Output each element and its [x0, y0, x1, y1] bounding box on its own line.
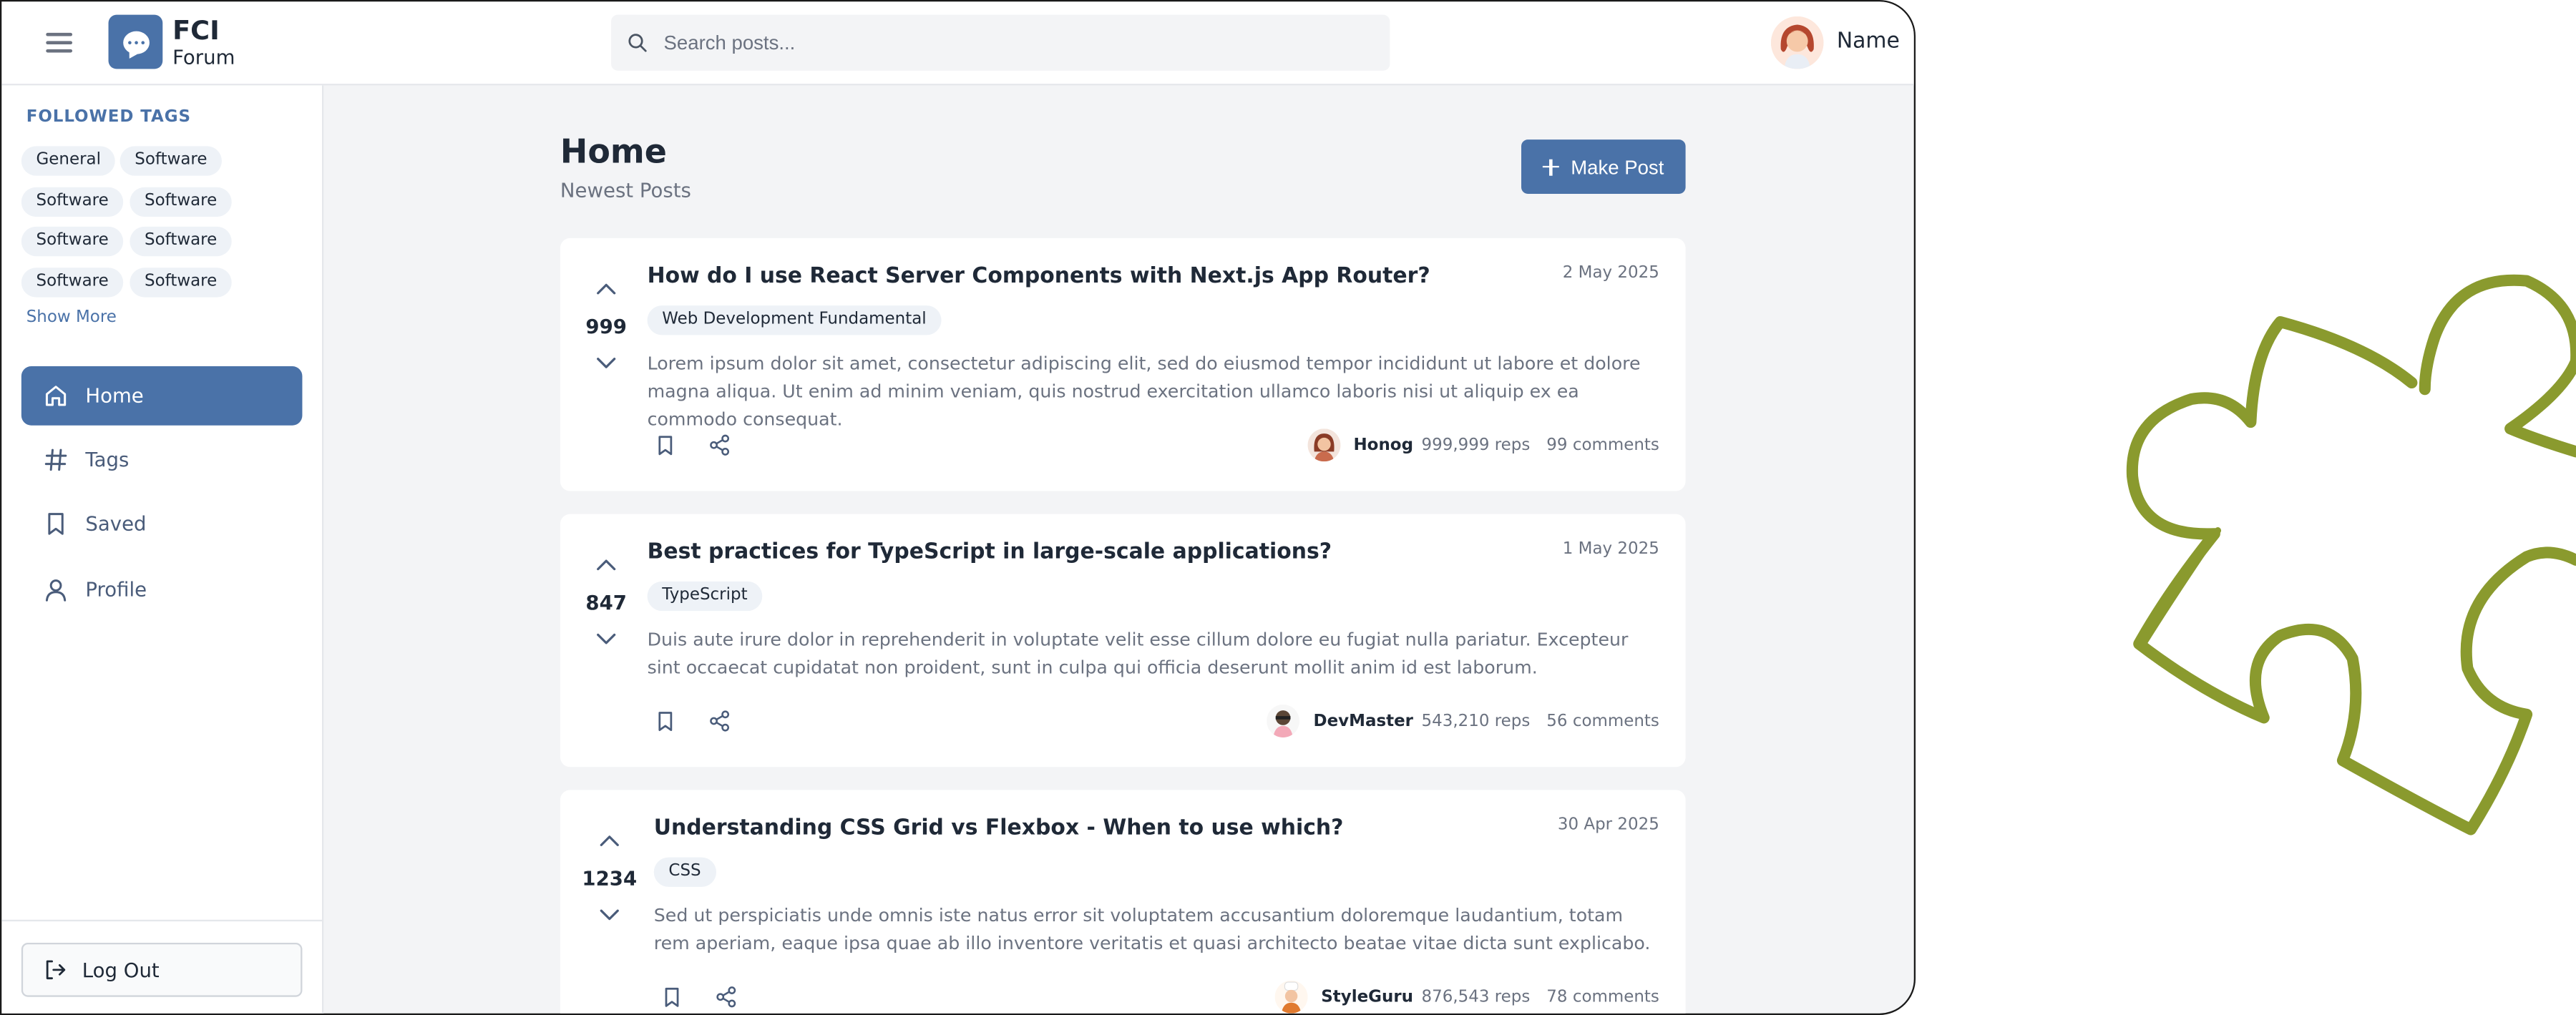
- sidebar-item-label: Tags: [85, 448, 130, 471]
- post-excerpt: Duis aute irure dolor in reprehenderit i…: [647, 629, 1629, 679]
- logo-icon[interactable]: [108, 14, 163, 69]
- author-avatar[interactable]: [1307, 428, 1341, 462]
- vote-count: 1234: [582, 867, 638, 891]
- sidebar-divider: [1, 919, 322, 922]
- user-icon: [45, 579, 67, 602]
- logout-button[interactable]: Log Out: [21, 942, 303, 997]
- vote-count: 999: [585, 315, 627, 338]
- author-reps: 999,999 reps: [1421, 436, 1531, 454]
- author-name[interactable]: Honog: [1353, 436, 1413, 454]
- downvote-icon[interactable]: [595, 631, 618, 647]
- followed-tag[interactable]: Software: [21, 226, 124, 257]
- author-name[interactable]: DevMaster: [1314, 712, 1413, 730]
- page-title: Home: [560, 131, 667, 171]
- search-bar: [611, 14, 1390, 71]
- post-author: DevMaster 543,210 reps 56 comments: [1267, 705, 1659, 737]
- author-avatar[interactable]: [1267, 705, 1301, 737]
- upvote-icon[interactable]: [598, 833, 621, 849]
- followed-tag[interactable]: Software: [21, 268, 124, 298]
- plus-icon: [1543, 158, 1560, 175]
- user-name[interactable]: Name: [1837, 29, 1900, 54]
- followed-tag[interactable]: Software: [119, 146, 223, 176]
- vote-count: 847: [585, 591, 627, 614]
- menu-icon[interactable]: [46, 29, 73, 56]
- followed-tag[interactable]: Software: [130, 226, 232, 257]
- stage: FCI Forum Name: [0, 0, 2576, 1015]
- sidebar-item-label: Saved: [85, 512, 147, 536]
- sidebar-item-home[interactable]: Home: [21, 366, 303, 426]
- upvote-icon[interactable]: [595, 556, 618, 573]
- brand-title: FCI: [172, 14, 220, 46]
- comment-count[interactable]: 78 comments: [1546, 988, 1659, 1006]
- downvote-icon[interactable]: [595, 355, 618, 371]
- share-icon[interactable]: [715, 986, 738, 1009]
- post-tag[interactable]: TypeScript: [647, 581, 763, 612]
- sidebar-item-saved[interactable]: Saved: [21, 494, 303, 554]
- followed-tag[interactable]: Software: [130, 268, 232, 298]
- sidebar-item-tags[interactable]: Tags: [21, 431, 303, 490]
- post-date: 30 Apr 2025: [1557, 816, 1659, 835]
- share-icon[interactable]: [708, 710, 731, 732]
- share-icon[interactable]: [708, 433, 731, 456]
- post-title[interactable]: How do I use React Server Components wit…: [648, 265, 1430, 289]
- comment-count[interactable]: 56 comments: [1546, 712, 1659, 730]
- puzzle-piece-icon: [2126, 274, 2576, 835]
- downvote-icon[interactable]: [598, 906, 621, 923]
- page-subtitle: Newest Posts: [560, 179, 691, 202]
- post-tag[interactable]: CSS: [653, 857, 716, 887]
- author-reps: 876,543 reps: [1421, 988, 1531, 1006]
- make-post-button[interactable]: Make Post: [1521, 139, 1686, 194]
- post-author: StyleGuru 876,543 reps 78 comments: [1274, 980, 1659, 1014]
- top-header: FCI Forum Name: [1, 1, 1914, 86]
- bookmark-icon[interactable]: [654, 433, 677, 456]
- post-card: 847 Best practices for TypeScript in lar…: [560, 514, 1686, 768]
- post-author: Honog 999,999 reps 99 comments: [1307, 428, 1659, 462]
- post-excerpt: Sed ut perspiciatis unde omnis iste natu…: [653, 905, 1651, 955]
- post-tag[interactable]: Web Development Fundamental: [647, 305, 942, 335]
- followed-tag[interactable]: Software: [21, 187, 124, 217]
- followed-tags-title: FOLLOWED TAGS: [26, 108, 191, 127]
- followed-tag[interactable]: Software: [130, 187, 232, 217]
- author-reps: 543,210 reps: [1421, 712, 1531, 730]
- show-more-link[interactable]: Show More: [26, 309, 117, 327]
- author-name[interactable]: StyleGuru: [1321, 988, 1413, 1006]
- app-window: FCI Forum Name: [0, 0, 1916, 1015]
- avatar[interactable]: [1770, 16, 1824, 69]
- post-date: 2 May 2025: [1562, 264, 1659, 283]
- post-card: 1234 Understanding CSS Grid vs Flexbox -…: [560, 790, 1686, 1014]
- author-avatar[interactable]: [1274, 980, 1308, 1014]
- bookmark-icon: [48, 513, 64, 535]
- sidebar-item-label: Profile: [85, 578, 147, 602]
- upvote-icon[interactable]: [595, 281, 618, 298]
- logout-label: Log Out: [82, 958, 160, 981]
- sidebar: FOLLOWED TAGS General Software Software …: [1, 85, 324, 1014]
- bookmark-icon[interactable]: [654, 710, 677, 732]
- bookmark-icon[interactable]: [660, 986, 683, 1009]
- brand-subtitle: Forum: [172, 46, 235, 69]
- sidebar-item-profile[interactable]: Profile: [21, 560, 303, 619]
- logout-icon: [46, 960, 66, 980]
- post-title[interactable]: Understanding CSS Grid vs Flexbox - When…: [654, 816, 1344, 840]
- post-date: 1 May 2025: [1562, 540, 1659, 559]
- make-post-label: Make Post: [1571, 155, 1664, 179]
- hash-icon: [44, 448, 67, 471]
- home-icon: [45, 386, 67, 406]
- search-input[interactable]: [663, 14, 1370, 71]
- post-excerpt: Lorem ipsum dolor sit amet, consectetur …: [647, 353, 1641, 431]
- post-card: 999 How do I use React Server Components…: [560, 237, 1686, 491]
- search-icon: [628, 34, 647, 52]
- post-title[interactable]: Best practices for TypeScript in large-s…: [648, 540, 1332, 564]
- sidebar-item-label: Home: [85, 384, 144, 408]
- comment-count[interactable]: 99 comments: [1546, 436, 1659, 454]
- followed-tag[interactable]: General: [21, 146, 116, 176]
